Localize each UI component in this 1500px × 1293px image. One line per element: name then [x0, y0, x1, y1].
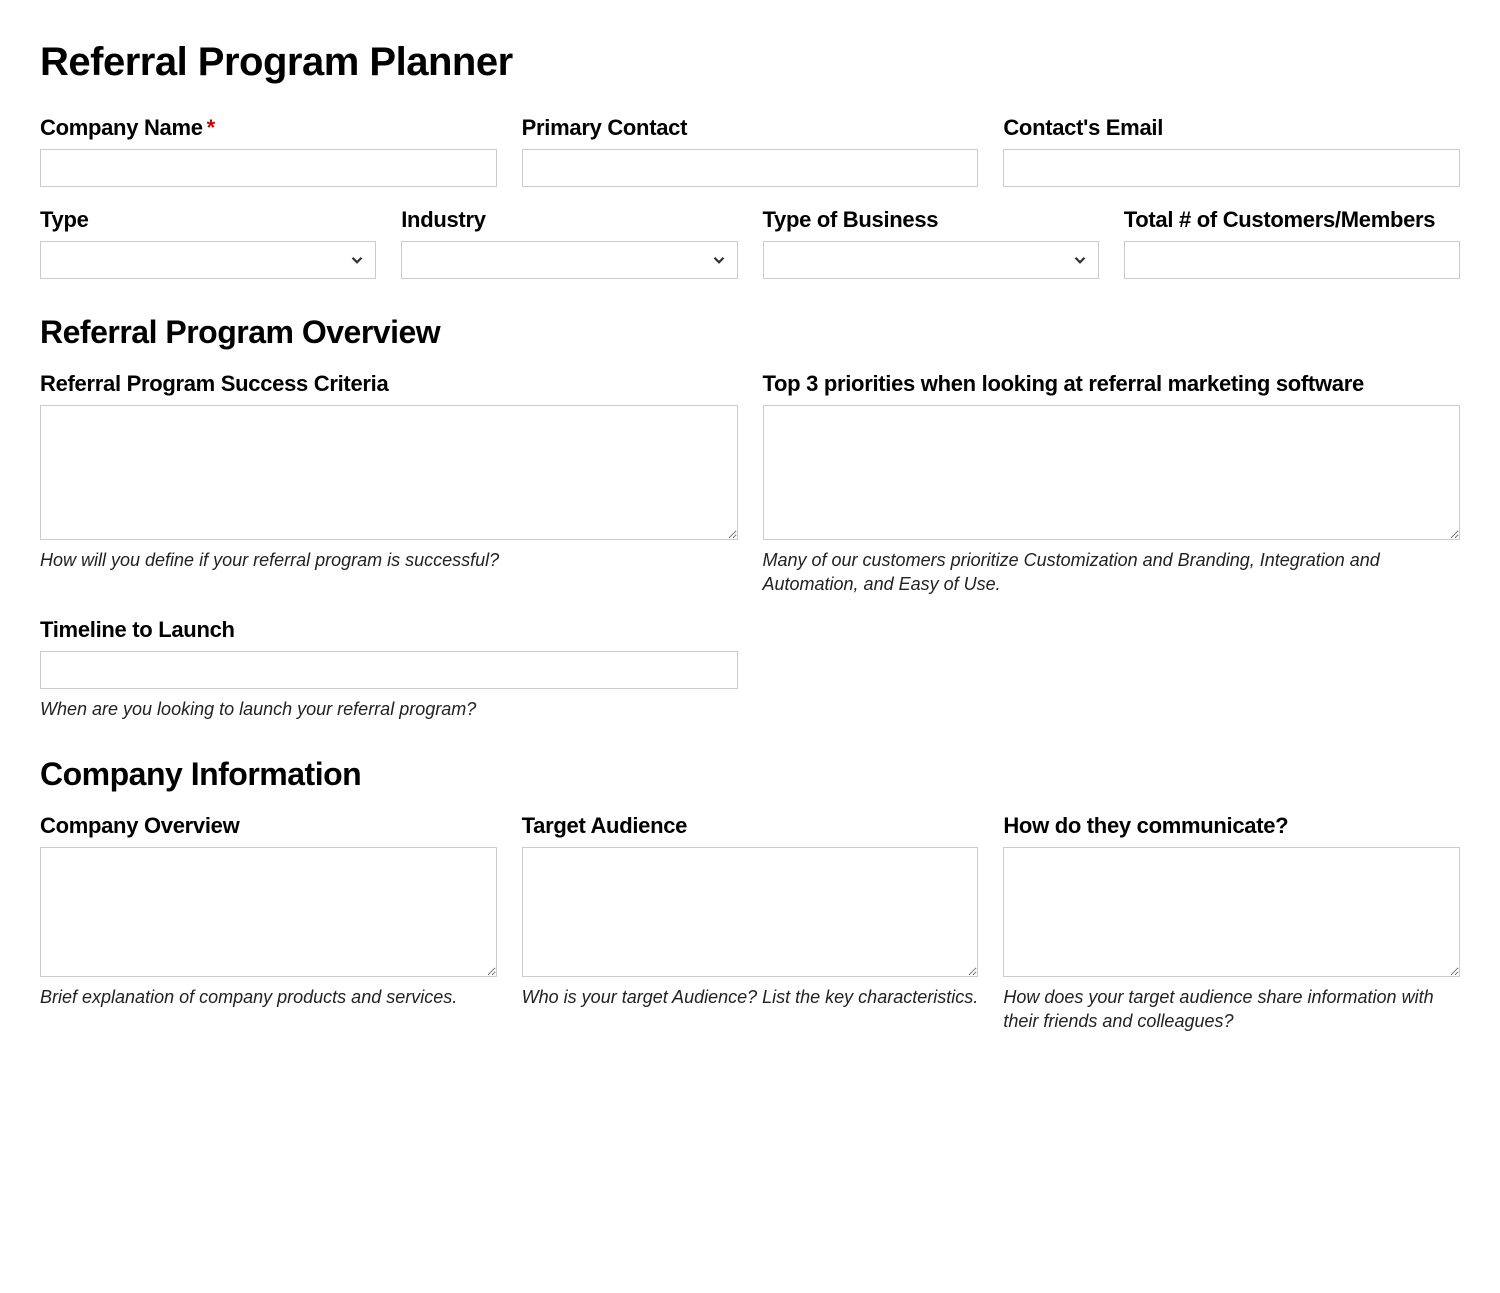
label-primary-contact: Primary Contact — [522, 115, 979, 141]
field-type-of-business: Type of Business — [763, 207, 1099, 279]
page-title: Referral Program Planner — [40, 40, 1460, 85]
label-contact-email: Contact's Email — [1003, 115, 1460, 141]
target-audience-textarea[interactable] — [522, 847, 979, 977]
contact-email-input[interactable] — [1003, 149, 1460, 187]
field-total-customers: Total # of Customers/Members — [1124, 207, 1460, 279]
label-industry: Industry — [401, 207, 737, 233]
label-communicate: How do they communicate? — [1003, 813, 1460, 839]
field-company-overview: Company Overview Brief explanation of co… — [40, 813, 497, 1034]
label-type: Type — [40, 207, 376, 233]
heading-company-info: Company Information — [40, 756, 1460, 793]
type-select[interactable] — [40, 241, 376, 279]
label-type-of-business: Type of Business — [763, 207, 1099, 233]
type-of-business-select[interactable] — [763, 241, 1099, 279]
spacer — [763, 617, 1461, 721]
row-company-info: Company Overview Brief explanation of co… — [40, 813, 1460, 1034]
row-basic-info: Company Name* Primary Contact Contact's … — [40, 115, 1460, 187]
type-select-value[interactable] — [40, 241, 376, 279]
top-priorities-textarea[interactable] — [763, 405, 1461, 540]
label-total-customers: Total # of Customers/Members — [1124, 207, 1460, 233]
required-asterisk: * — [207, 115, 215, 140]
row-overview-1: Referral Program Success Criteria How wi… — [40, 371, 1460, 597]
communicate-textarea[interactable] — [1003, 847, 1460, 977]
label-text: Company Name — [40, 115, 203, 140]
hint-timeline: When are you looking to launch your refe… — [40, 697, 738, 721]
field-contact-email: Contact's Email — [1003, 115, 1460, 187]
field-primary-contact: Primary Contact — [522, 115, 979, 187]
hint-target-audience: Who is your target Audience? List the ke… — [522, 985, 979, 1009]
company-name-input[interactable] — [40, 149, 497, 187]
label-company-name: Company Name* — [40, 115, 497, 141]
field-target-audience: Target Audience Who is your target Audie… — [522, 813, 979, 1034]
row-overview-2: Timeline to Launch When are you looking … — [40, 617, 1460, 721]
label-timeline: Timeline to Launch — [40, 617, 738, 643]
field-company-name: Company Name* — [40, 115, 497, 187]
company-overview-textarea[interactable] — [40, 847, 497, 977]
label-company-overview: Company Overview — [40, 813, 497, 839]
field-type: Type — [40, 207, 376, 279]
label-target-audience: Target Audience — [522, 813, 979, 839]
label-top-priorities: Top 3 priorities when looking at referra… — [763, 371, 1461, 397]
row-business-info: Type Industry Type of Business Total # o… — [40, 207, 1460, 279]
label-success-criteria: Referral Program Success Criteria — [40, 371, 738, 397]
timeline-input[interactable] — [40, 651, 738, 689]
industry-select[interactable] — [401, 241, 737, 279]
field-top-priorities: Top 3 priorities when looking at referra… — [763, 371, 1461, 597]
industry-select-value[interactable] — [401, 241, 737, 279]
hint-company-overview: Brief explanation of company products an… — [40, 985, 497, 1009]
field-industry: Industry — [401, 207, 737, 279]
hint-top-priorities: Many of our customers prioritize Customi… — [763, 548, 1461, 597]
hint-success-criteria: How will you define if your referral pro… — [40, 548, 738, 572]
hint-communicate: How does your target audience share info… — [1003, 985, 1460, 1034]
type-of-business-select-value[interactable] — [763, 241, 1099, 279]
total-customers-input[interactable] — [1124, 241, 1460, 279]
field-timeline: Timeline to Launch When are you looking … — [40, 617, 738, 721]
heading-overview: Referral Program Overview — [40, 314, 1460, 351]
success-criteria-textarea[interactable] — [40, 405, 738, 540]
field-success-criteria: Referral Program Success Criteria How wi… — [40, 371, 738, 597]
field-communicate: How do they communicate? How does your t… — [1003, 813, 1460, 1034]
primary-contact-input[interactable] — [522, 149, 979, 187]
